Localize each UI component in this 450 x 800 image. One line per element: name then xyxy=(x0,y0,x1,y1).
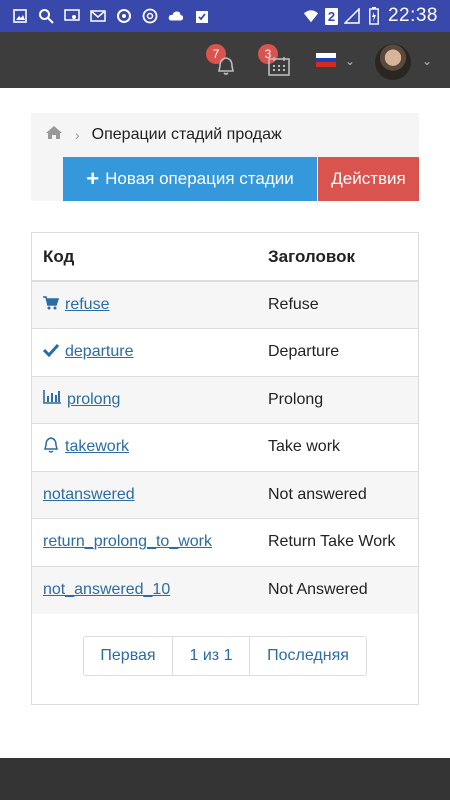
actions-button[interactable]: Действия xyxy=(318,157,419,201)
table-row: prolong Prolong xyxy=(32,375,418,424)
mail-icon xyxy=(90,8,106,24)
code-link[interactable]: departure xyxy=(65,343,134,361)
pagination-last[interactable]: Последняя xyxy=(250,637,366,675)
plus-icon: + xyxy=(86,166,100,191)
clipboard-icon xyxy=(194,8,210,24)
signal-icon xyxy=(343,8,360,24)
cloud-icon xyxy=(168,8,184,24)
notifications-button[interactable]: 7 xyxy=(206,44,242,80)
bell-icon xyxy=(43,436,59,458)
cast-icon xyxy=(64,8,80,24)
new-stage-operation-button[interactable]: + Новая операция стадии xyxy=(63,157,317,201)
title-cell: Return Take Work xyxy=(257,518,418,566)
check-icon xyxy=(42,343,60,362)
bottom-bar xyxy=(0,758,450,800)
title-cell: Prolong xyxy=(257,375,418,424)
table-row: takework Take work xyxy=(32,423,418,471)
android-status-bar: 2 22:38 xyxy=(0,0,450,32)
breadcrumb-current: Операции стадий продаж xyxy=(91,126,282,143)
clock: 22:38 xyxy=(387,5,438,26)
search-icon xyxy=(38,8,54,24)
chevron-down-icon[interactable]: ⌄ xyxy=(345,54,355,68)
title-cell: Departure xyxy=(257,328,418,376)
title-cell: Not Answered xyxy=(257,565,418,614)
breadcrumb: › Операции стадий продаж xyxy=(45,123,282,147)
pagination-pages[interactable]: 1 из 1 xyxy=(173,637,250,675)
calendar-button[interactable]: 3 xyxy=(258,44,294,80)
bell-icon xyxy=(218,57,234,75)
table-row: refuse Refuse xyxy=(32,280,418,329)
code-link[interactable]: return_prolong_to_work xyxy=(43,533,212,551)
language-flag-ru[interactable] xyxy=(316,53,336,67)
new-stage-operation-label: Новая операция стадии xyxy=(105,169,294,188)
battery-icon xyxy=(366,7,382,25)
sync-icon xyxy=(116,8,132,24)
code-link[interactable]: not_answered_10 xyxy=(43,581,170,599)
column-header-code[interactable]: Код xyxy=(32,233,257,282)
sim-badge: 2 xyxy=(324,7,338,25)
code-link[interactable]: takework xyxy=(65,438,129,456)
pagination: Первая 1 из 1 Последняя xyxy=(83,636,367,676)
bar-chart-icon xyxy=(43,390,61,409)
chrome-icon xyxy=(142,8,158,24)
table-row: return_prolong_to_work Return Take Work xyxy=(32,518,418,566)
gallery-icon xyxy=(12,8,28,24)
home-icon[interactable] xyxy=(45,125,63,145)
operations-table: Код Заголовок refuse Refuse departure De… xyxy=(32,233,418,614)
cart-icon xyxy=(43,295,60,315)
calendar-icon xyxy=(268,57,290,76)
table-row: notanswered Not answered xyxy=(32,470,418,519)
title-cell: Take work xyxy=(257,423,418,471)
pagination-first[interactable]: Первая xyxy=(84,637,173,675)
operations-table-panel: Код Заголовок refuse Refuse departure De… xyxy=(31,232,419,705)
code-link[interactable]: refuse xyxy=(65,296,109,314)
column-header-title[interactable]: Заголовок xyxy=(257,233,418,282)
chevron-down-icon[interactable]: ⌄ xyxy=(422,54,432,68)
table-row: not_answered_10 Not Answered xyxy=(32,565,418,614)
code-link[interactable]: prolong xyxy=(67,391,120,409)
actions-label: Действия xyxy=(331,169,406,188)
chevron-right-icon: › xyxy=(75,127,80,143)
table-row: departure Departure xyxy=(32,328,418,376)
title-cell: Not answered xyxy=(257,470,418,519)
title-cell: Refuse xyxy=(257,280,418,329)
wifi-icon xyxy=(303,8,319,24)
user-avatar[interactable] xyxy=(375,44,411,80)
code-link[interactable]: notanswered xyxy=(43,486,135,504)
